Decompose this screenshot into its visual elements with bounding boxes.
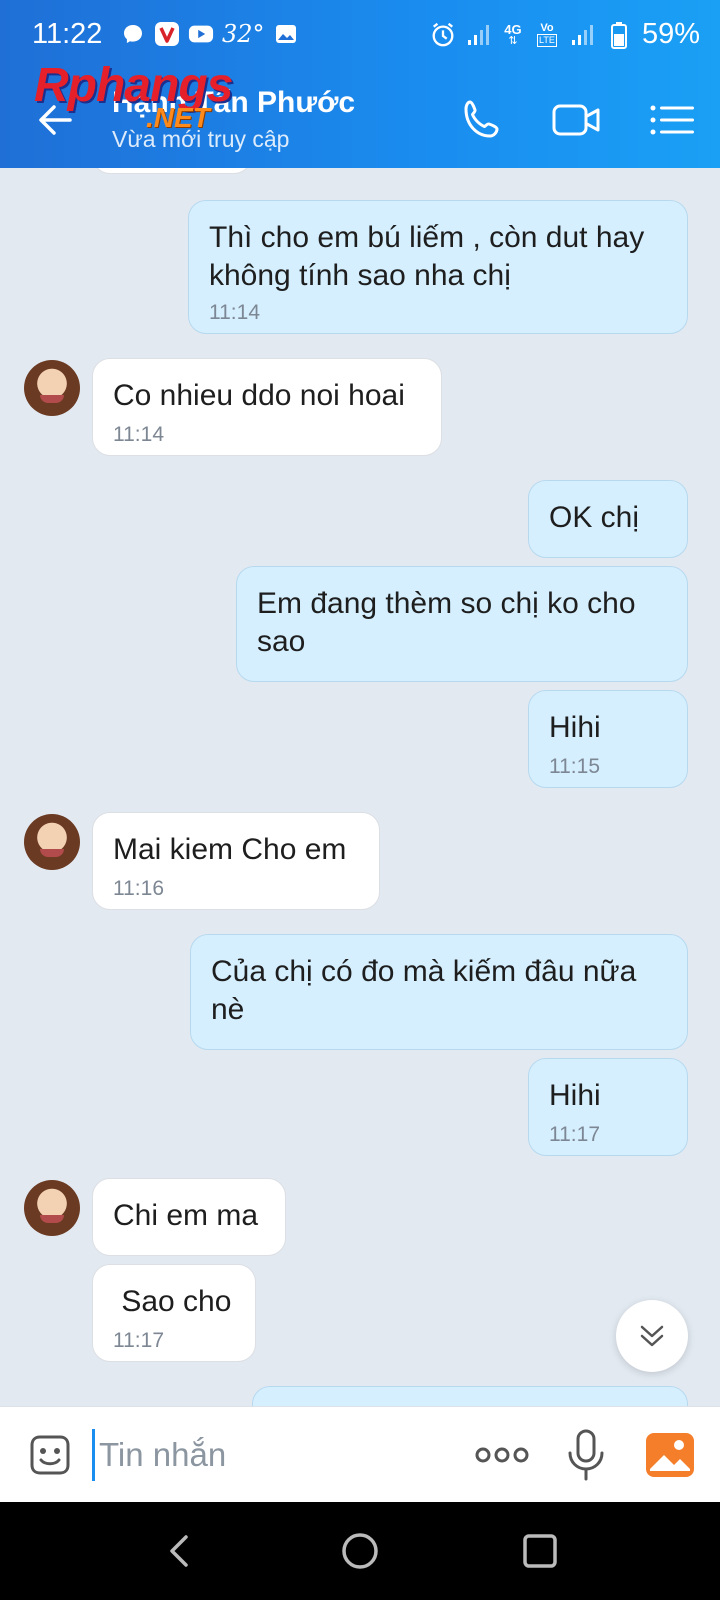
message-text: Hihi bbox=[549, 711, 601, 744]
send-image-button[interactable] bbox=[644, 1429, 696, 1481]
message-bubble-outgoing[interactable]: Hihi 11:15 bbox=[528, 690, 688, 788]
sticker-button[interactable] bbox=[24, 1429, 76, 1481]
voice-call-button[interactable] bbox=[456, 94, 508, 146]
message-bubble-incoming[interactable]: Chi em ma bbox=[92, 1178, 286, 1256]
status-left-icons: 32° bbox=[120, 20, 299, 48]
nav-back-button[interactable] bbox=[160, 1531, 200, 1571]
nav-home-icon bbox=[342, 1533, 378, 1569]
messenger-icon bbox=[120, 21, 146, 47]
contact-avatar[interactable] bbox=[24, 1180, 80, 1236]
video-call-button[interactable] bbox=[550, 94, 602, 146]
message-text: Sao cho bbox=[113, 1285, 232, 1318]
alarm-icon bbox=[430, 22, 456, 48]
message-time: 11:15 bbox=[549, 755, 600, 778]
status-right-icons: 4G ⇅ Vo LTE 59% bbox=[430, 18, 700, 51]
message-bubble-partial bbox=[92, 168, 252, 174]
status-bar: 11:22 32° 4G ⇅ Vo LTE 59% bbox=[0, 0, 720, 72]
video-camera-icon bbox=[552, 104, 600, 136]
microphone-icon bbox=[568, 1429, 604, 1481]
contact-status: Vừa mới truy cập bbox=[112, 126, 290, 152]
list-menu-icon bbox=[650, 105, 694, 135]
message-bubble-outgoing[interactable]: Em đang thèm so chị ko cho sao bbox=[236, 566, 688, 682]
message-text: Thì cho em bú liếm , còn dut hay không t… bbox=[209, 221, 645, 292]
nav-recents-button[interactable] bbox=[520, 1531, 560, 1571]
message-bubble-outgoing[interactable]: OK chị bbox=[528, 480, 688, 558]
contact-avatar[interactable] bbox=[24, 814, 80, 870]
nav-recents-icon bbox=[523, 1534, 557, 1568]
volte-icon: Vo LTE bbox=[537, 21, 557, 47]
message-text: OK chị bbox=[549, 501, 640, 534]
message-bubble-incoming[interactable]: Mai kiem Cho em 11:16 bbox=[92, 812, 380, 910]
scroll-to-bottom-button[interactable] bbox=[616, 1300, 688, 1372]
battery-icon bbox=[606, 21, 632, 49]
sticker-smiley-icon bbox=[30, 1435, 70, 1475]
chat-messages[interactable]: Thì cho em bú liếm , còn dut hay không t… bbox=[0, 168, 720, 1406]
vnexpress-icon bbox=[154, 21, 180, 47]
image-icon bbox=[646, 1433, 694, 1477]
message-time: 11:14 bbox=[113, 423, 164, 446]
message-text: Mai kiem Cho em bbox=[113, 833, 347, 866]
message-input-bar bbox=[0, 1406, 720, 1502]
status-time: 11:22 bbox=[32, 18, 103, 50]
message-text: Của chị có đo mà kiếm đâu nữa nè bbox=[211, 955, 637, 1026]
message-text: Hihi bbox=[549, 1079, 601, 1112]
back-button[interactable] bbox=[30, 94, 82, 146]
system-nav-bar bbox=[0, 1502, 720, 1600]
voice-message-button[interactable] bbox=[562, 1427, 610, 1483]
nav-home-button[interactable] bbox=[340, 1531, 380, 1571]
message-text: Chi em ma bbox=[113, 1199, 259, 1232]
message-time: 11:14 bbox=[209, 301, 260, 324]
double-chevron-down-icon bbox=[640, 1325, 664, 1347]
signal-icon bbox=[466, 22, 492, 48]
message-time: 11:16 bbox=[113, 877, 164, 900]
chat-options-button[interactable] bbox=[646, 94, 698, 146]
message-text: Em đang thèm so chị ko cho sao bbox=[257, 587, 636, 658]
more-dots-icon bbox=[475, 1447, 529, 1463]
battery-percent: 59% bbox=[641, 18, 700, 50]
message-bubble-incoming[interactable]: Sao cho 11:17 bbox=[92, 1264, 256, 1362]
message-bubble-partial bbox=[252, 1386, 688, 1406]
top-bar: 11:22 32° 4G ⇅ Vo LTE 59% Hạnh Tấn Phước… bbox=[0, 0, 720, 168]
message-time: 11:17 bbox=[113, 1329, 164, 1352]
contact-name[interactable]: Hạnh Tấn Phước bbox=[112, 86, 355, 120]
chat-header: Hạnh Tấn Phước Vừa mới truy cập bbox=[0, 72, 720, 168]
message-bubble-outgoing[interactable]: Thì cho em bú liếm , còn dut hay không t… bbox=[188, 200, 688, 334]
nav-back-icon bbox=[170, 1535, 188, 1567]
message-input[interactable] bbox=[92, 1429, 442, 1481]
gallery-icon bbox=[273, 21, 299, 47]
signal-2-icon bbox=[570, 22, 596, 48]
contact-avatar[interactable] bbox=[24, 360, 80, 416]
more-options-button[interactable] bbox=[474, 1433, 530, 1477]
network-4g-icon: 4G ⇅ bbox=[504, 21, 522, 47]
message-time: 11:17 bbox=[549, 1123, 600, 1146]
message-bubble-outgoing[interactable]: Hihi 11:17 bbox=[528, 1058, 688, 1156]
youtube-icon bbox=[188, 21, 214, 47]
phone-icon bbox=[464, 100, 499, 138]
message-bubble-incoming[interactable]: Co nhieu ddo noi hoai 11:14 bbox=[92, 358, 442, 456]
message-text: Co nhieu ddo noi hoai bbox=[113, 379, 405, 412]
status-temperature: 32° bbox=[222, 20, 265, 48]
arrow-left-icon bbox=[39, 105, 72, 135]
message-bubble-outgoing[interactable]: Của chị có đo mà kiếm đâu nữa nè bbox=[190, 934, 688, 1050]
